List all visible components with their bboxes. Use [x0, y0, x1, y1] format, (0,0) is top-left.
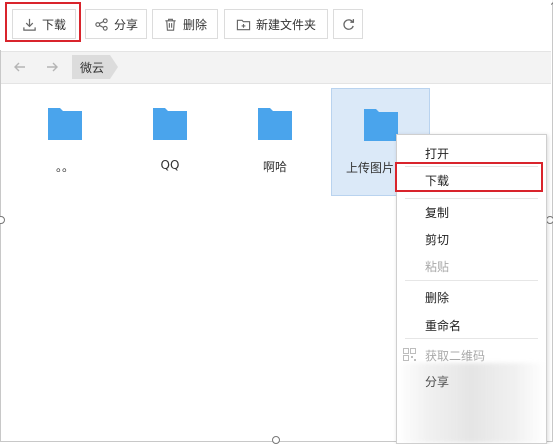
- folder-name: QQ: [160, 158, 180, 172]
- share-icon: [95, 17, 108, 31]
- breadcrumb-label: 微云: [80, 61, 105, 75]
- navigation-bar: 微云: [1, 51, 551, 84]
- menu-item-copy[interactable]: 复制: [425, 204, 449, 221]
- menu-item-cut[interactable]: 剪切: [425, 231, 449, 248]
- menu-item-open[interactable]: 打开: [425, 145, 449, 162]
- toolbar: 下载 分享 删除 新建文件夹: [0, 0, 551, 50]
- refresh-button[interactable]: [333, 9, 363, 39]
- folder-icon: [258, 108, 292, 140]
- menu-item-rename[interactable]: 重命名: [425, 317, 461, 334]
- back-button[interactable]: [11, 58, 29, 76]
- qr-code-icon: [403, 348, 416, 361]
- new-folder-button[interactable]: 新建文件夹: [224, 9, 328, 39]
- new-folder-label: 新建文件夹: [255, 17, 316, 32]
- refresh-icon: [342, 18, 354, 30]
- arrow-left-icon: [14, 62, 25, 72]
- menu-item-get-qr-code[interactable]: 获取二维码: [425, 347, 485, 364]
- resize-handle-middle-right[interactable]: [546, 216, 553, 224]
- download-button-highlight: [5, 2, 81, 42]
- breadcrumb[interactable]: 微云: [72, 55, 120, 79]
- trash-icon: [165, 18, 176, 31]
- menu-download-highlight: [395, 162, 543, 192]
- new-folder-icon: [236, 19, 251, 30]
- menu-divider: [405, 280, 538, 281]
- menu-divider: [405, 338, 538, 339]
- folder-name: 。。: [55, 160, 74, 174]
- resize-handle-bottom-center[interactable]: [272, 436, 280, 444]
- menu-item-paste[interactable]: 粘贴: [425, 258, 449, 275]
- share-label: 分享: [113, 17, 138, 32]
- folder-icon: [48, 108, 82, 140]
- folder-icon: [153, 108, 187, 140]
- menu-item-delete[interactable]: 删除: [425, 289, 449, 306]
- arrow-right-icon: [47, 62, 58, 72]
- folder-name: 上传图片: [346, 161, 395, 175]
- folder-item[interactable]: QQ: [122, 88, 218, 196]
- folder-icon: [363, 109, 398, 141]
- watermark-blur: [397, 363, 546, 443]
- delete-button[interactable]: 删除: [152, 9, 218, 39]
- delete-label: 删除: [182, 17, 207, 32]
- folder-name: 啊哈: [262, 160, 287, 174]
- menu-divider: [405, 198, 538, 199]
- share-button[interactable]: 分享: [85, 9, 147, 39]
- folder-item[interactable]: 啊哈: [227, 88, 323, 196]
- forward-button[interactable]: [43, 58, 61, 76]
- folder-item[interactable]: 。。: [17, 88, 113, 196]
